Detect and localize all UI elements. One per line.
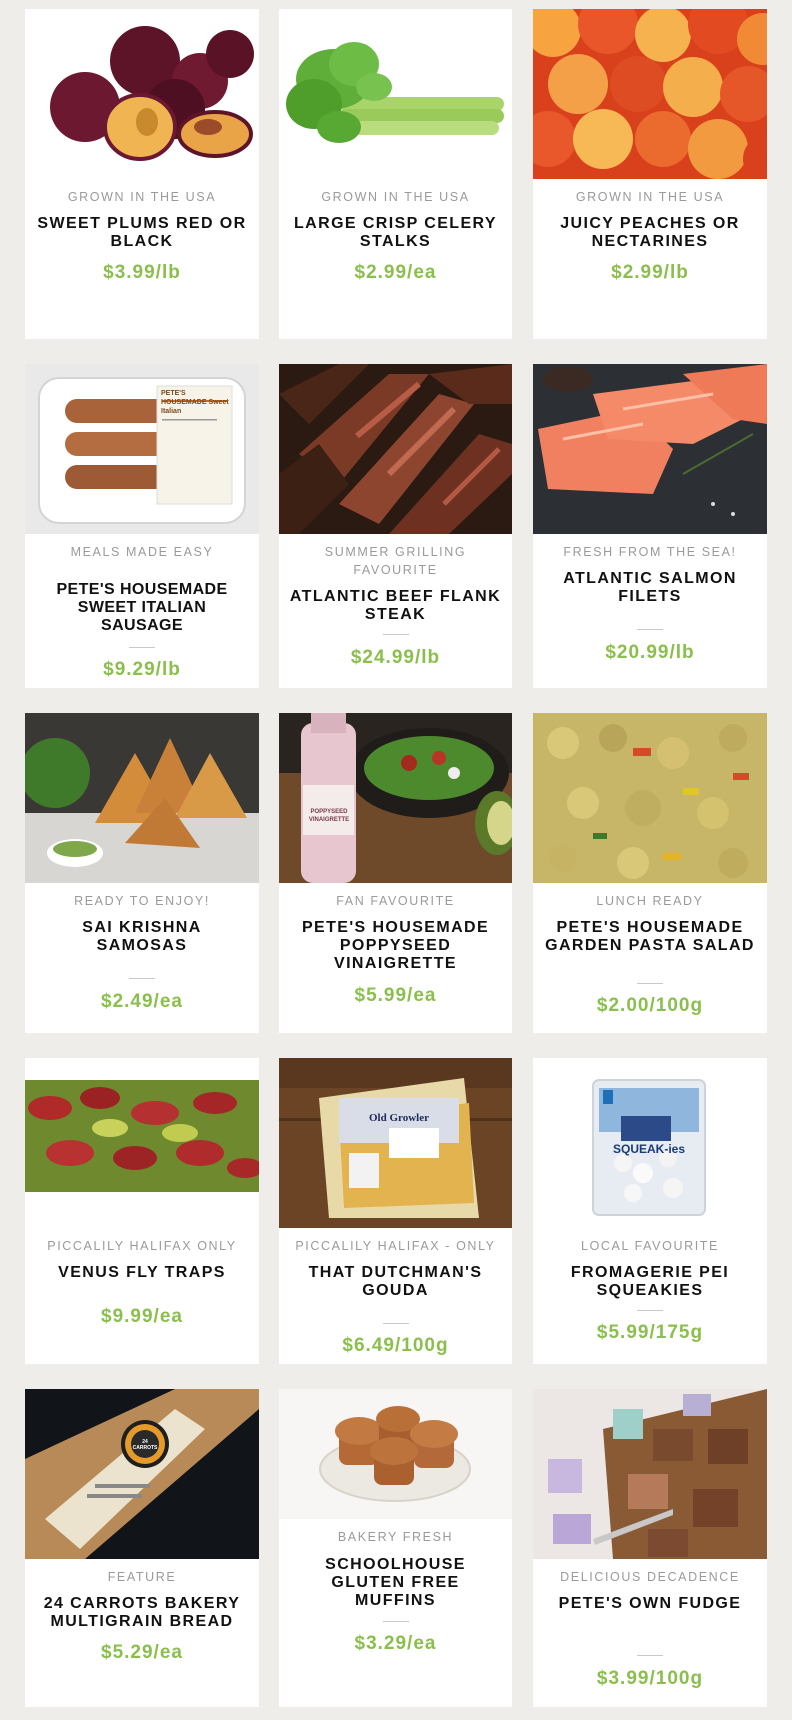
- venus-fly-traps-photo[interactable]: [25, 1058, 259, 1208]
- product-title[interactable]: FROMAGERIE PEI SQUEAKIES: [543, 1264, 757, 1300]
- product-title[interactable]: THAT DUTCHMAN'S GOUDA: [289, 1264, 502, 1300]
- product-title[interactable]: ATLANTIC SALMON FILETS: [543, 570, 757, 606]
- product-tag: LOCAL FAVOURITE: [581, 1239, 719, 1253]
- product-title[interactable]: VENUS FLY TRAPS: [35, 1264, 249, 1282]
- product-price: $3.29/ea: [354, 1633, 437, 1654]
- product-price: $9.99/ea: [101, 1306, 183, 1327]
- product-tag: DELICIOUS DECADENCE: [560, 1570, 740, 1584]
- product-card-gouda[interactable]: Old Growler PICCALILY HALIFAX - ONLY THA…: [279, 1058, 512, 1364]
- product-tag: MEALS MADE EASY: [70, 545, 214, 559]
- flank-steak-photo[interactable]: [279, 364, 512, 534]
- packaging-label: PETE'S HOUSEMADE Sweet Italian: [161, 390, 229, 415]
- sausage-photo[interactable]: PETE'S HOUSEMADE Sweet Italian: [25, 364, 259, 534]
- product-title[interactable]: ATLANTIC BEEF FLANK STEAK: [289, 588, 502, 624]
- product-tag: FAN FAVOURITE: [336, 894, 455, 908]
- divider: [637, 629, 663, 630]
- product-card-samosas[interactable]: READY TO ENJOY! SAI KRISHNA SAMOSAS $2.4…: [25, 713, 259, 1033]
- product-title[interactable]: PETE'S HOUSEMADE POPPYSEED VINAIGRETTE: [289, 919, 502, 973]
- packaging-label: 24 CARROTS: [132, 1439, 158, 1451]
- divider: [382, 1621, 409, 1622]
- product-card-vinaigrette[interactable]: POPPYSEED VINAIGRETTE FAN FAVOURITE PETE…: [279, 713, 512, 1033]
- product-card-sweet-plums[interactable]: GROWN IN THE USA SWEET PLUMS RED OR BLAC…: [25, 9, 259, 339]
- packaging-label: POPPYSEED VINAIGRETTE: [308, 809, 350, 823]
- product-title[interactable]: SAI KRISHNA SAMOSAS: [35, 919, 249, 955]
- product-tag: BAKERY FRESH: [337, 1530, 454, 1544]
- pasta-salad-photo[interactable]: [533, 713, 767, 883]
- product-tag: GROWN IN THE USA: [321, 190, 470, 204]
- product-title[interactable]: PETE'S HOUSEMADE SWEET ITALIAN SAUSAGE: [35, 581, 249, 635]
- plums-photo[interactable]: [25, 9, 259, 179]
- vinaigrette-photo[interactable]: POPPYSEED VINAIGRETTE: [279, 713, 512, 883]
- product-title[interactable]: JUICY PEACHES OR NECTARINES: [543, 215, 757, 251]
- product-price: $3.99/lb: [103, 262, 181, 283]
- product-price: $3.99/100g: [596, 1668, 704, 1689]
- product-title[interactable]: PETE'S OWN FUDGE: [543, 1595, 757, 1613]
- divider: [637, 983, 663, 984]
- product-price: $24.99/lb: [350, 647, 441, 668]
- product-tag: PICCALILY HALIFAX - ONLY: [295, 1239, 496, 1253]
- product-card-salmon[interactable]: FRESH FROM THE SEA! ATLANTIC SALMON FILE…: [533, 364, 767, 688]
- product-card-celery[interactable]: GROWN IN THE USA LARGE CRISP CELERY STAL…: [279, 9, 512, 339]
- product-card-cheese-squeakies[interactable]: SQUEAK-ies LOCAL FAVOURITE FROMAGERIE PE…: [533, 1058, 767, 1364]
- salmon-photo[interactable]: [533, 364, 767, 534]
- product-title[interactable]: LARGE CRISP CELERY STALKS: [289, 215, 502, 251]
- product-price: $9.29/lb: [103, 659, 181, 680]
- product-price: $20.99/lb: [605, 642, 695, 663]
- bread-photo[interactable]: 24 CARROTS: [25, 1389, 259, 1559]
- gouda-photo[interactable]: Old Growler: [279, 1058, 512, 1228]
- product-card-gluten-free-muffins[interactable]: BAKERY FRESH SCHOOLHOUSE GLUTEN FREE MUF…: [279, 1389, 512, 1707]
- cheese-curds-photo[interactable]: SQUEAK-ies: [533, 1058, 767, 1228]
- samosas-photo[interactable]: [25, 713, 259, 883]
- product-card-fudge[interactable]: DELICIOUS DECADENCE PETE'S OWN FUDGE $3.…: [533, 1389, 767, 1707]
- product-price: $2.49/ea: [101, 991, 183, 1012]
- product-price: $5.99/175g: [596, 1322, 704, 1343]
- divider: [129, 647, 155, 648]
- celery-photo[interactable]: [279, 9, 512, 179]
- packaging-label: Old Growler: [369, 1112, 429, 1124]
- product-tag: READY TO ENJOY!: [74, 894, 210, 908]
- product-title[interactable]: SCHOOLHOUSE GLUTEN FREE MUFFINS: [289, 1556, 502, 1610]
- product-tag: FEATURE: [107, 1570, 177, 1584]
- peaches-photo[interactable]: [533, 9, 767, 179]
- product-card-multigrain-bread[interactable]: 24 CARROTS FEATURE 24 CARROTS BAKERY MUL…: [25, 1389, 259, 1707]
- muffins-photo[interactable]: [279, 1389, 512, 1519]
- product-card-flank-steak[interactable]: SUMMER GRILLING FAVOURITE ATLANTIC BEEF …: [279, 364, 512, 688]
- fudge-photo[interactable]: [533, 1389, 767, 1559]
- product-tag: GROWN IN THE USA: [575, 190, 725, 204]
- product-tag: SUMMER GRILLING FAVOURITE: [324, 545, 467, 577]
- product-price: $5.99/ea: [354, 985, 437, 1006]
- divider: [129, 978, 155, 979]
- divider: [637, 1310, 663, 1311]
- product-price: $2.99/ea: [354, 262, 437, 283]
- product-price: $5.29/ea: [101, 1642, 183, 1663]
- product-title[interactable]: PETE'S HOUSEMADE GARDEN PASTA SALAD: [543, 919, 757, 955]
- divider: [637, 1655, 663, 1656]
- divider: [382, 634, 409, 635]
- product-card-venus-fly-traps[interactable]: PICCALILY HALIFAX ONLY VENUS FLY TRAPS $…: [25, 1058, 259, 1364]
- product-card-peaches[interactable]: GROWN IN THE USA JUICY PEACHES OR NECTAR…: [533, 9, 767, 339]
- product-card-italian-sausage[interactable]: PETE'S HOUSEMADE Sweet Italian MEALS MAD…: [25, 364, 259, 688]
- product-card-pasta-salad[interactable]: LUNCH READY PETE'S HOUSEMADE GARDEN PAST…: [533, 713, 767, 1033]
- product-title[interactable]: 24 CARROTS BAKERY MULTIGRAIN BREAD: [35, 1595, 249, 1631]
- product-title[interactable]: SWEET PLUMS RED OR BLACK: [35, 215, 249, 251]
- product-price: $2.00/100g: [596, 995, 704, 1016]
- product-tag: GROWN IN THE USA: [67, 190, 217, 204]
- product-tag: LUNCH READY: [596, 894, 704, 908]
- product-price: $6.49/100g: [342, 1335, 449, 1356]
- product-price: $2.99/lb: [611, 262, 689, 283]
- product-tag: FRESH FROM THE SEA!: [563, 545, 737, 559]
- product-tag: PICCALILY HALIFAX ONLY: [47, 1239, 237, 1253]
- divider: [382, 1323, 409, 1324]
- packaging-label: SQUEAK-ies: [612, 1142, 686, 1156]
